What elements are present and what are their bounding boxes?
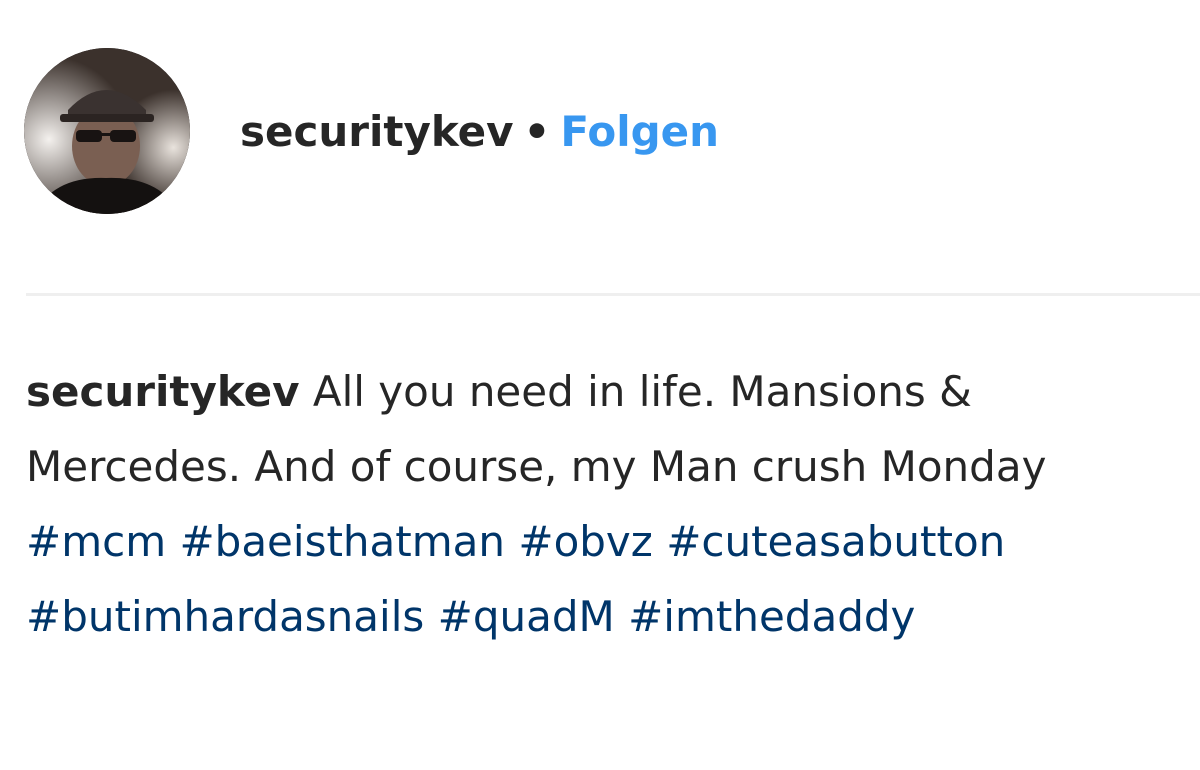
follow-button[interactable]: Folgen bbox=[560, 107, 719, 156]
hashtag-link[interactable]: #imthedaddy bbox=[628, 592, 915, 641]
profile-avatar[interactable] bbox=[24, 48, 190, 214]
hashtag-link[interactable]: #obvz bbox=[518, 517, 652, 566]
caption-username-link[interactable]: securitykev bbox=[26, 367, 300, 416]
profile-photo-icon bbox=[24, 48, 190, 214]
hashtag-link[interactable]: #butimhardasnails bbox=[26, 592, 424, 641]
post-caption: securitykev All you need in life. Mansio… bbox=[26, 354, 1156, 654]
divider bbox=[26, 293, 1200, 296]
hashtag-link[interactable]: #cuteasabutton bbox=[666, 517, 1005, 566]
header-text: securitykev • Folgen bbox=[240, 102, 719, 162]
hashtag-link[interactable]: #baeisthatman bbox=[179, 517, 505, 566]
post-header: securitykev • Folgen bbox=[24, 48, 1174, 216]
separator-dot: • bbox=[523, 107, 551, 156]
hashtag-link[interactable]: #quadM bbox=[438, 592, 615, 641]
hashtag-link[interactable]: #mcm bbox=[26, 517, 166, 566]
username-link[interactable]: securitykev bbox=[240, 107, 514, 156]
